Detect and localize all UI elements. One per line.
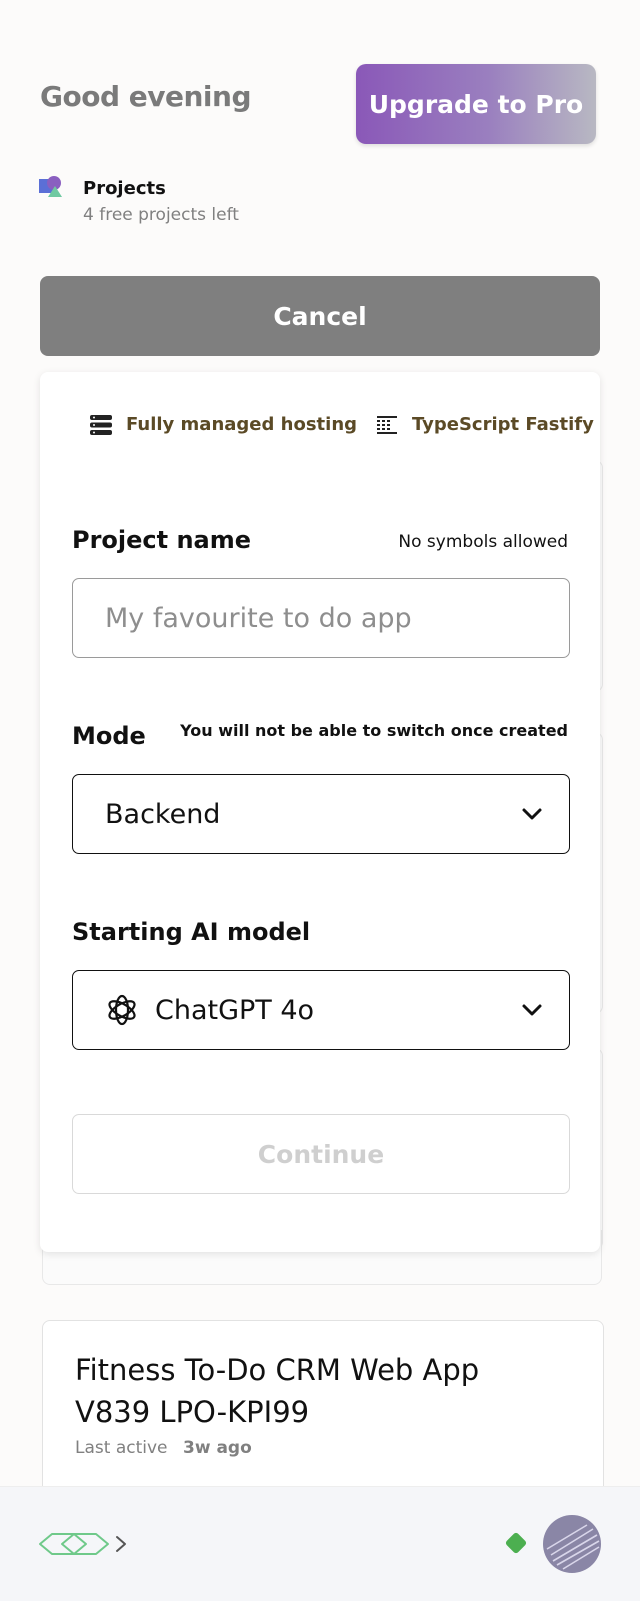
mode-hint: You will not be able to switch once crea…: [180, 721, 568, 740]
chevron-right-icon[interactable]: [114, 1534, 128, 1554]
server-icon: [90, 414, 112, 435]
project-name-hint: No symbols allowed: [398, 532, 568, 552]
feature-item: TypeScript Fastify API: [376, 414, 600, 435]
avatar[interactable]: [543, 1515, 601, 1573]
projects-remaining: 4 free projects left: [83, 205, 239, 225]
feature-list: Fully managed hosting TypeScript Fastify…: [40, 414, 600, 454]
chevron-down-icon: [522, 808, 542, 820]
openai-icon: [108, 994, 136, 1026]
status-indicator: [504, 1531, 528, 1555]
upgrade-to-pro-button[interactable]: Upgrade to Pro: [356, 64, 596, 144]
mode-value: Backend: [105, 798, 221, 830]
project-name: Fitness To-Do CRM Web App V839 LPO-KPI99: [75, 1353, 480, 1429]
continue-button[interactable]: Continue: [72, 1114, 570, 1194]
model-label: Starting AI model: [72, 918, 311, 946]
projects-title: Projects: [83, 178, 166, 199]
project-name-input[interactable]: [72, 578, 570, 658]
projects-icon: [39, 176, 62, 197]
mode-select[interactable]: Backend: [72, 774, 570, 854]
api-icon: [377, 415, 397, 434]
app-logo-icon[interactable]: [38, 1529, 110, 1559]
new-project-form: Fully managed hosting TypeScript Fastify…: [40, 372, 600, 1252]
cancel-button[interactable]: Cancel: [40, 276, 600, 356]
last-active-value: 3w ago: [183, 1438, 252, 1458]
feature-label: Fully managed hosting: [126, 414, 358, 435]
feature-label: TypeScript Fastify API: [412, 414, 600, 435]
last-active-label: Last active: [75, 1438, 168, 1458]
project-name-label: Project name: [72, 526, 252, 554]
mode-label: Mode: [72, 722, 146, 750]
model-select[interactable]: ChatGPT 4o: [72, 970, 570, 1050]
chevron-down-icon: [522, 1004, 542, 1016]
feature-item: Fully managed hosting: [90, 414, 357, 435]
greeting-title: Good evening: [40, 80, 252, 113]
model-value: ChatGPT 4o: [155, 994, 315, 1026]
bottom-bar: [0, 1486, 640, 1601]
avatar-pattern-icon: [546, 1524, 600, 1570]
